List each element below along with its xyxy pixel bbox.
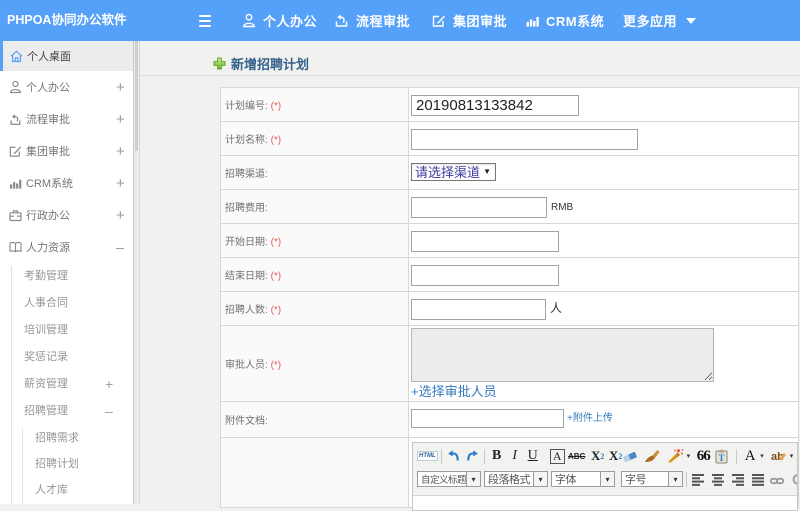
svg-text:T: T [718, 453, 724, 463]
